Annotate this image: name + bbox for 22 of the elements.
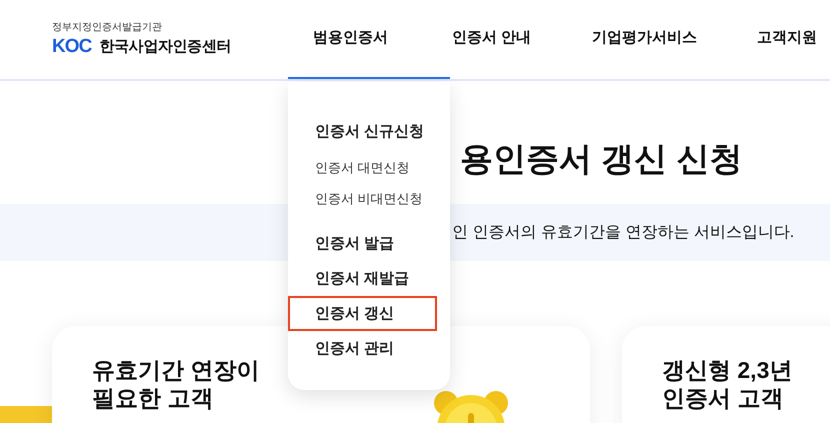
- card-title: 인증서 고객: [662, 384, 784, 412]
- menu-item[interactable]: 인증서 관리: [288, 331, 437, 366]
- accent-stripe: [0, 406, 52, 423]
- card-title: 갱신형 2,3년: [662, 356, 792, 384]
- subtitle: 인 인증서의 유효기간을 연장하는 서비스입니다.: [452, 222, 794, 242]
- menu-item[interactable]: 인증서 발급: [288, 226, 437, 261]
- card-title: 유효기간 연장이: [92, 356, 260, 384]
- logo-mark[interactable]: KOC: [52, 37, 92, 56]
- nav-tab[interactable]: 범용인증서: [288, 0, 450, 79]
- nav-tab[interactable]: 고객지원: [755, 0, 825, 79]
- alarm-clock-icon: [432, 389, 510, 423]
- tagline: 정부지정인증서발급기관: [52, 23, 163, 33]
- nav-tab[interactable]: 인증서 안내: [450, 0, 590, 79]
- logo-name[interactable]: 한국사업자인증센터: [99, 39, 231, 54]
- nav-tab[interactable]: 기업평가서비스: [590, 0, 755, 79]
- menu-item[interactable]: 인증서 신규신청: [288, 114, 437, 149]
- card-title: 필요한 고객: [92, 384, 214, 412]
- menu-item[interactable]: 인증서 비대면신청: [288, 183, 437, 214]
- menu-item[interactable]: 인증서 재발급: [288, 261, 437, 296]
- page-title: 용인증서 갱신 신청: [460, 139, 742, 179]
- menu-item[interactable]: 인증서 대면신청: [288, 152, 437, 183]
- menu-item[interactable]: 인증서 갱신: [288, 296, 437, 331]
